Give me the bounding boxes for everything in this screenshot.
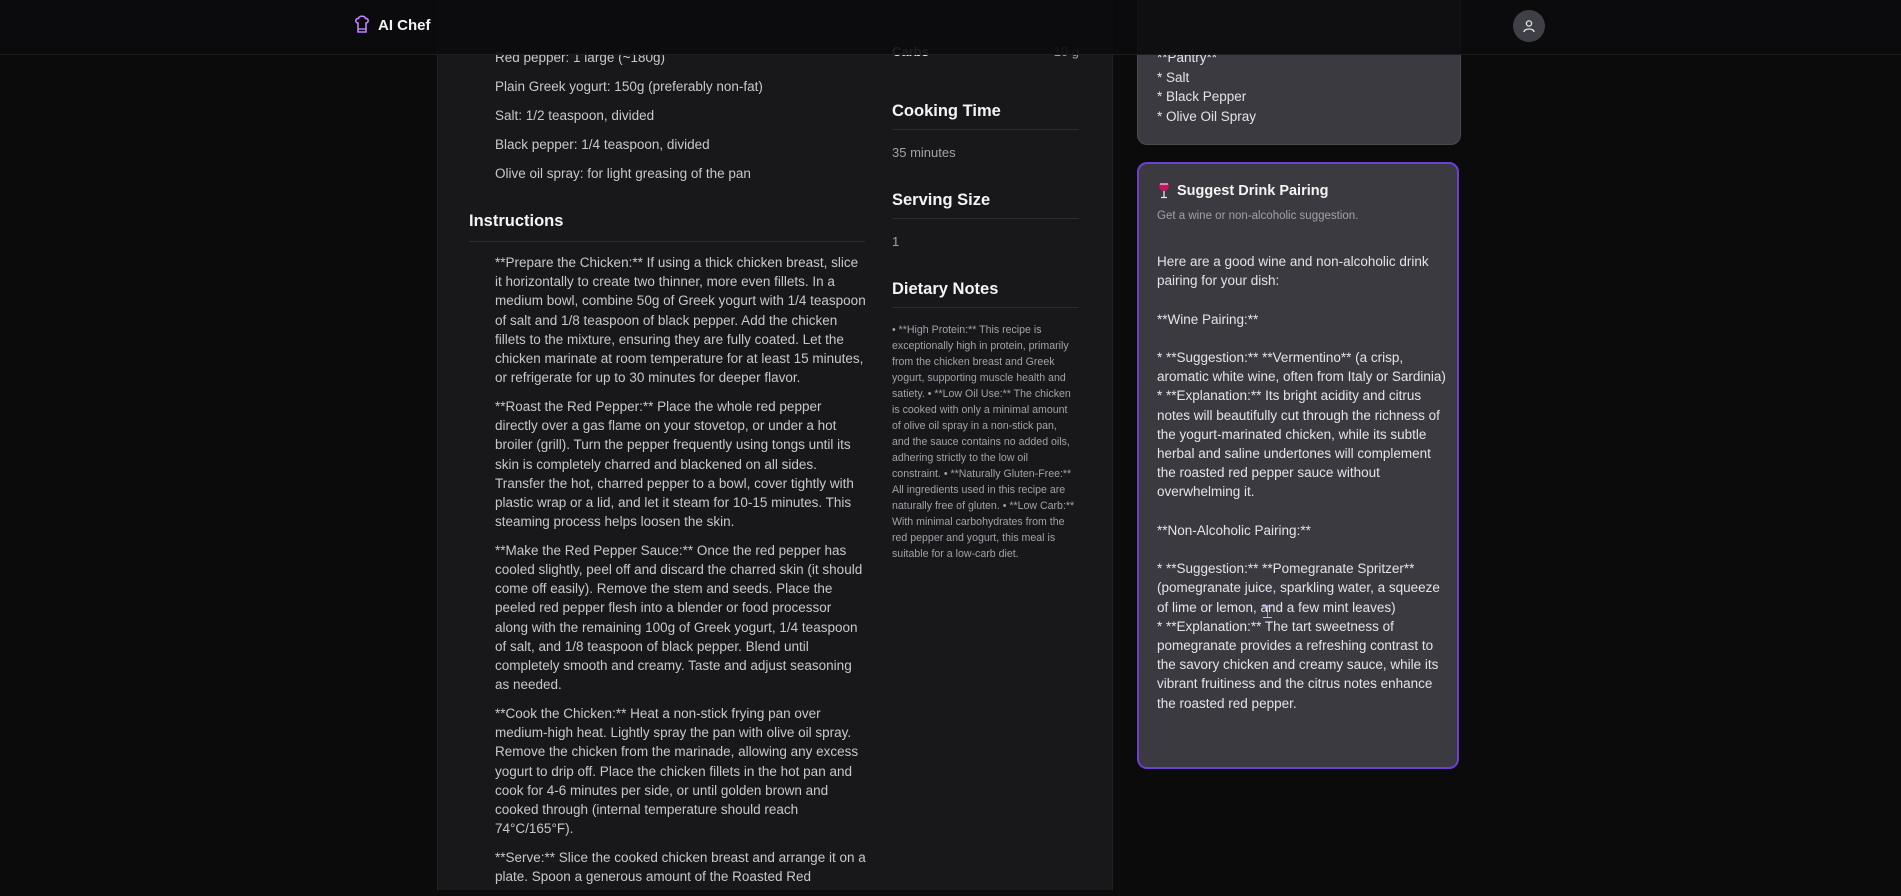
- ingredient-item: Olive oil spray: for light greasing of t…: [495, 166, 751, 181]
- ingredient-item: Salt: 1/2 teaspoon, divided: [495, 108, 655, 123]
- instruction-step: **Serve:** Slice the cooked chicken brea…: [495, 849, 866, 885]
- pantry-line: * Salt: [1157, 69, 1190, 85]
- text-cursor-icon: ⌶: [1262, 602, 1273, 622]
- drink-pairing-response: Here are a good wine and non-alcoholic d…: [1157, 254, 1446, 711]
- serving-size-value: 1: [892, 234, 900, 249]
- cooking-time-value: 35 minutes: [892, 145, 956, 160]
- serving-size-heading: Serving Size: [892, 191, 1079, 219]
- instruction-step: **Make the Red Pepper Sauce:** Once the …: [495, 542, 863, 693]
- instructions-steps: **Prepare the Chicken:** If using a thic…: [495, 253, 867, 896]
- user-icon: [1523, 20, 1535, 33]
- instructions-heading: Instructions: [469, 212, 865, 242]
- pantry-list: **Pantry** * Salt * Black Pepper * Olive…: [1157, 48, 1256, 126]
- pantry-line: * Black Pepper: [1157, 89, 1247, 104]
- brand[interactable]: AI Chef: [354, 15, 431, 35]
- instruction-step: **Cook the Chicken:** Heat a non-stick f…: [495, 705, 859, 837]
- wine-glass-icon: [1159, 183, 1169, 199]
- user-avatar-button[interactable]: [1513, 10, 1545, 42]
- drink-pairing-header[interactable]: Suggest Drink Pairing: [1157, 183, 1328, 199]
- ingredient-item: Plain Greek yogurt: 150g (preferably non…: [495, 79, 763, 94]
- dietary-notes-heading: Dietary Notes: [892, 280, 1079, 308]
- instruction-step: **Roast the Red Pepper:** Place the whol…: [495, 398, 854, 530]
- dietary-notes-text: • **High Protein:** This recipe is excep…: [892, 324, 1075, 560]
- pantry-line: * Olive Oil Spray: [1157, 108, 1257, 124]
- cooking-time-heading: Cooking Time: [892, 102, 1079, 130]
- brand-name: AI Chef: [378, 16, 431, 34]
- chef-hat-icon: [355, 15, 369, 33]
- drink-pairing-title: Suggest Drink Pairing: [1177, 183, 1329, 199]
- top-bar: AI Chef: [0, 0, 1901, 55]
- instruction-step: **Prepare the Chicken:** If using a thic…: [495, 255, 866, 386]
- ingredients-list: Red pepper: 1 large (~180g) Plain Greek …: [495, 50, 763, 195]
- ingredient-item: Black pepper: 1/4 teaspoon, divided: [495, 137, 710, 152]
- drink-pairing-subtitle: Get a wine or non-alcoholic suggestion.: [1157, 210, 1359, 222]
